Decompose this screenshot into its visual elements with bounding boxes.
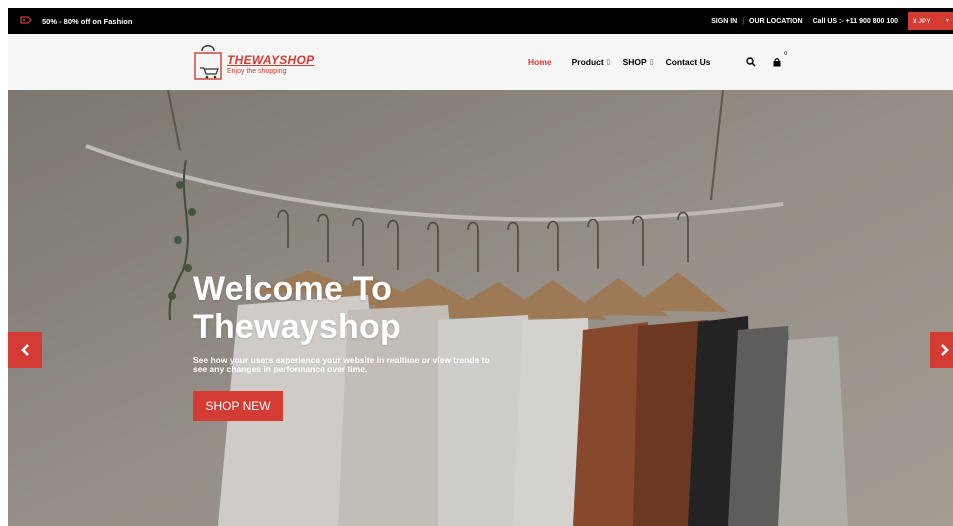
currency-select[interactable]: ¥ JPY ▾ (908, 12, 953, 30)
hero-slider: Welcome To Thewayshop See how your users… (8, 90, 953, 526)
hero-description: See how your users experience your websi… (193, 355, 490, 374)
logo[interactable]: THEWAYSHOP Enjoy the shopping (192, 41, 314, 81)
chevron-down-icon: ▾ (945, 18, 949, 24)
nav-product-label: Product (571, 57, 604, 67)
logo-tagline: Enjoy the shopping (227, 68, 287, 75)
cart-badge: 0 (784, 51, 787, 57)
slider-next-button[interactable] (930, 332, 953, 368)
shopping-bag-logo-icon (194, 45, 222, 80)
nav-home-label: Home (528, 57, 552, 67)
promo: 50% - 80% off on Fashion (20, 8, 132, 34)
top-links: SIGN IN | OUR LOCATION Call US :- +11 90… (711, 8, 953, 34)
nav-shop-label: SHOP (622, 57, 647, 67)
shopping-bag-icon[interactable]: 0 (771, 51, 787, 68)
hero-title-line-2: Thewayshop (193, 308, 401, 346)
hero-clothes-rack-image (8, 90, 953, 526)
page-frame: 50% - 80% off on Fashion SIGN IN | OUR L… (8, 8, 953, 526)
dropdown-icon: ▯ (606, 59, 611, 66)
chevron-right-icon (941, 344, 949, 356)
site-header: THEWAYSHOP Enjoy the shopping Home Produ… (8, 34, 953, 90)
sign-in-link[interactable]: SIGN IN (711, 18, 737, 25)
nav-home[interactable]: Home (528, 57, 552, 67)
nav-product[interactable]: Product ▯ (572, 57, 611, 67)
nav-contact[interactable]: Contact Us (666, 57, 711, 67)
sale-tag-icon (20, 12, 32, 30)
nav-contact-label: Contact Us (665, 57, 711, 67)
our-location-link[interactable]: OUR LOCATION (749, 18, 803, 25)
promo-text: 50% - 80% off on Fashion (42, 16, 133, 26)
top-bar: 50% - 80% off on Fashion SIGN IN | OUR L… (8, 8, 953, 34)
slider-prev-button[interactable] (8, 332, 42, 368)
chevron-left-icon (21, 344, 29, 356)
shop-new-button[interactable]: SHOP NEW (193, 391, 283, 421)
header-icons: 0 (745, 34, 787, 90)
top-separator: | (742, 17, 745, 25)
dropdown-icon: ▯ (649, 59, 654, 66)
nav-shop[interactable]: SHOP ▯ (623, 57, 654, 67)
search-icon[interactable] (745, 56, 757, 68)
call-us-text: Call US :- +11 900 800 100 (812, 17, 898, 25)
hero-title: Welcome To Thewayshop (193, 270, 401, 346)
logo-text: THEWAYSHOP Enjoy the shopping (227, 54, 314, 76)
currency-value: ¥ JPY (913, 17, 931, 25)
hero-title-line-1: Welcome To (193, 270, 393, 308)
main-nav: Home Product ▯ SHOP ▯ Contact Us (528, 34, 722, 90)
logo-name: THEWAYSHOP (227, 53, 315, 67)
